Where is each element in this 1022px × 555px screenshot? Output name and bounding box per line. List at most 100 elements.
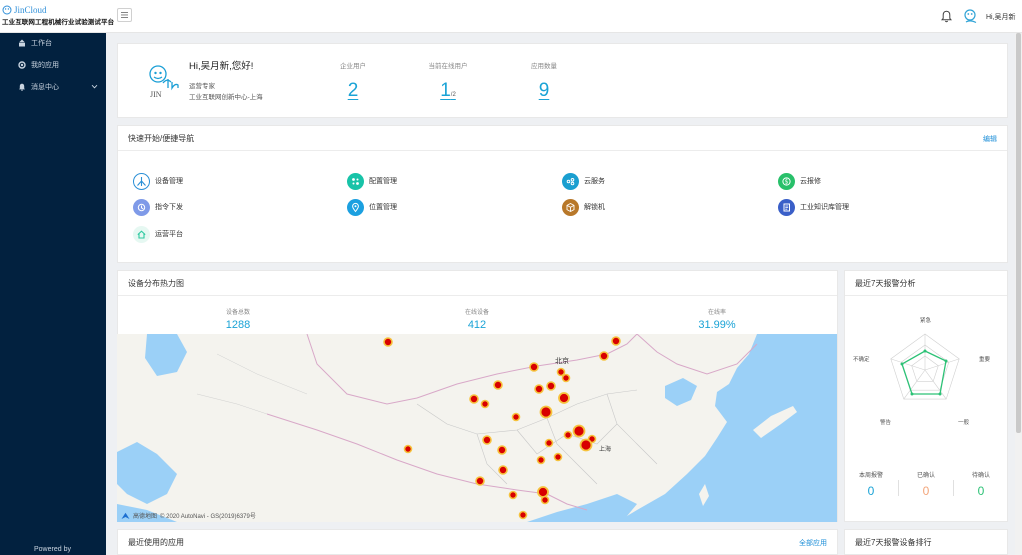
user-organization: 工业互联网创新中心-上海 xyxy=(189,94,263,101)
nav-label: 云报修 xyxy=(800,178,821,185)
heat-point xyxy=(572,424,586,438)
recent-apps-card: 最近使用的应用 全部应用 xyxy=(117,529,838,555)
heat-point xyxy=(534,384,544,394)
all-apps-link[interactable]: 全部应用 xyxy=(799,538,827,548)
nav-config-management[interactable]: 配置管理 xyxy=(347,172,397,190)
nav-unlock-machine[interactable]: 解锁机 xyxy=(562,198,605,216)
heat-point xyxy=(544,438,554,448)
scrollbar-thumb[interactable] xyxy=(1016,33,1021,433)
weekly-alarm-pending: 待确认 0 xyxy=(956,470,1006,498)
heat-point xyxy=(498,465,508,475)
weekly-alarm-total: 本周报警 0 xyxy=(846,470,896,498)
heat-point xyxy=(540,495,550,505)
nav-cloud-repair[interactable]: $ 云报修 xyxy=(778,172,821,190)
jin-logo-icon: JIN xyxy=(149,65,179,99)
weekly-value: 0 xyxy=(867,484,875,498)
weekly-value: 0 xyxy=(922,484,930,498)
alarm-title: 最近7天报警分析 xyxy=(855,278,916,288)
device-management-icon xyxy=(133,172,150,190)
page-scrollbar[interactable] xyxy=(1015,33,1022,555)
stat-label: 应用数量 xyxy=(531,63,557,70)
map-credit: 高德地图 © 2020 AutoNavi - GS(2019)6379号 xyxy=(121,511,256,520)
heat-point xyxy=(537,486,549,498)
bell-icon xyxy=(18,83,26,91)
heatmap-title: 设备分布热力图 xyxy=(128,278,184,288)
edit-link[interactable]: 编辑 xyxy=(983,134,997,144)
map-credit-text: © 2020 AutoNavi - GS(2019)6379号 xyxy=(160,514,256,520)
nav-label: 位置管理 xyxy=(369,204,397,211)
radar-label-warning: 警告 xyxy=(880,420,892,426)
heat-point xyxy=(518,510,528,520)
sidebar-item-message-center[interactable]: 消息中心 xyxy=(0,76,106,98)
stat-value[interactable]: 1/2 xyxy=(413,80,483,102)
heat-point xyxy=(511,412,521,422)
location-pin-icon xyxy=(347,198,364,216)
stat-label: 企业用户 xyxy=(340,63,366,70)
sidebar-item-workbench[interactable]: 工作台 xyxy=(0,32,106,54)
radar-series-shape xyxy=(901,350,947,395)
heat-point xyxy=(383,337,393,347)
stat-label: 当前在线用户 xyxy=(428,63,468,70)
quick-nav-title: 快速开始/便捷导航 xyxy=(128,133,195,143)
stat-value[interactable]: 9 xyxy=(509,80,579,102)
sidebar-item-my-apps[interactable]: 我的应用 xyxy=(0,54,106,76)
chevron-down-icon[interactable] xyxy=(91,83,98,90)
map-svg xyxy=(117,334,837,522)
heat-point xyxy=(497,445,507,455)
stat-enterprise-users: 企业用户 2 xyxy=(318,60,388,102)
nav-label: 云服务 xyxy=(584,178,605,185)
heat-point xyxy=(599,351,609,361)
radar-label-urgent: 紧急 xyxy=(920,318,932,324)
map-label-shanghai: 上海 xyxy=(599,447,612,453)
menu-toggle-button[interactable] xyxy=(117,8,132,22)
heat-point xyxy=(556,367,566,377)
weekly-label: 本周报警 xyxy=(858,473,883,479)
cloud-service-icon xyxy=(562,172,579,190)
nav-location-management[interactable]: 位置管理 xyxy=(347,198,397,216)
heat-point xyxy=(403,444,413,454)
weekly-label: 待确认 xyxy=(971,473,990,479)
weekly-label: 已确认 xyxy=(916,473,935,479)
user-avatar[interactable] xyxy=(963,9,979,25)
map-credit-logo: 高德地图 xyxy=(133,514,158,520)
hm-label: 在线设备 xyxy=(464,310,489,316)
heat-point xyxy=(536,455,546,465)
stat-value[interactable]: 2 xyxy=(318,80,388,102)
nav-label: 配置管理 xyxy=(369,178,397,185)
nav-label: 运营平台 xyxy=(155,231,183,238)
heat-point xyxy=(546,381,556,391)
brand-name: JinCloud xyxy=(14,4,47,15)
sidebar: 工作台 我的应用 消息中心 Powered by xyxy=(0,33,106,555)
top-bar: JinCloud 工业互联网工程机械行业试验测试平台 Hi,吴月新 xyxy=(0,0,1022,33)
heat-point xyxy=(553,452,563,462)
heat-point xyxy=(561,373,571,383)
heat-point xyxy=(529,362,539,372)
amap-logo-icon xyxy=(121,512,130,519)
heat-point xyxy=(611,336,621,346)
stat-app-count: 应用数量 9 xyxy=(509,60,579,102)
heat-point xyxy=(493,380,503,390)
powered-by: Powered by xyxy=(34,546,71,553)
weekly-alarm-confirmed: 已确认 0 xyxy=(901,470,951,498)
heat-point xyxy=(539,405,553,419)
nav-cloud-service[interactable]: 云服务 xyxy=(562,172,605,190)
sidebar-item-label: 消息中心 xyxy=(31,84,59,91)
brand[interactable]: JinCloud 工业互联网工程机械行业试验测试平台 xyxy=(2,4,114,27)
nav-command-dispatch[interactable]: 指令下发 xyxy=(133,198,183,216)
nav-label: 设备管理 xyxy=(155,178,183,185)
nav-operation-platform[interactable]: 运营平台 xyxy=(133,225,183,243)
divider xyxy=(898,480,899,496)
notification-bell-icon[interactable] xyxy=(941,10,952,23)
device-heat-map[interactable]: 北京 上海 高德地图 © 2020 AutoNavi - GS(2019)637… xyxy=(117,334,837,522)
box-icon xyxy=(562,198,579,216)
stat-sub: /2 xyxy=(450,92,456,98)
heat-point xyxy=(482,435,492,445)
nav-device-management[interactable]: 设备管理 xyxy=(133,172,183,190)
heatmap-stat-total: 设备总数 1288 xyxy=(193,307,283,331)
nav-knowledge-base[interactable]: 工业知识库管理 xyxy=(778,198,849,216)
radar-label-general: 一般 xyxy=(958,420,970,426)
user-name[interactable]: Hi,吴月新 xyxy=(986,12,1016,22)
device-rank-card: 最近7天报警设备排行 xyxy=(844,529,1008,555)
heat-point xyxy=(558,392,570,404)
alarm-radar-chart xyxy=(890,333,960,400)
